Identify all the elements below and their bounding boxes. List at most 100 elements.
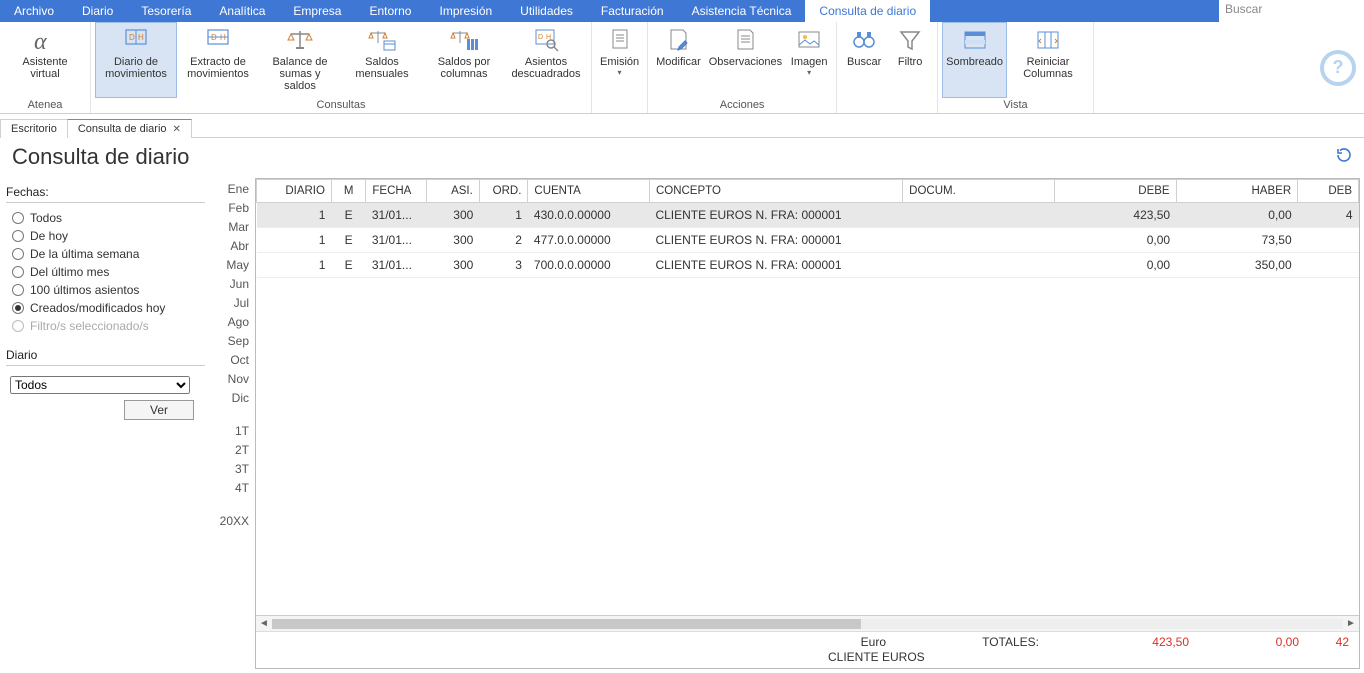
menu-item-entorno[interactable]: Entorno <box>355 0 425 22</box>
month-ago[interactable]: Ago <box>228 315 249 329</box>
table-row[interactable]: 1E31/01...3001430.0.0.00000CLIENTE EUROS… <box>257 203 1359 228</box>
doc-tab-escritorio[interactable]: Escritorio <box>0 119 68 138</box>
col-header-haber[interactable]: HABER <box>1176 180 1298 203</box>
chevron-down-icon: ▾ <box>618 68 622 77</box>
cell-debe2: 4 <box>1298 203 1359 228</box>
radio-creados-modificados-hoy[interactable]: Creados/modificados hoy <box>6 299 205 317</box>
ribbon-btn-reiniciar-columnas[interactable]: Reiniciar Columnas <box>1007 22 1089 98</box>
menu-item-asistencia-t-cnica[interactable]: Asistencia Técnica <box>678 0 806 22</box>
month-oct[interactable]: Oct <box>230 353 249 367</box>
client-label: CLIENTE EUROS <box>828 650 1359 664</box>
col-header-m[interactable]: M <box>331 180 365 203</box>
image-icon <box>793 26 825 54</box>
table-row[interactable]: 1E31/01...3002477.0.0.00000CLIENTE EUROS… <box>257 228 1359 253</box>
col-header-diario[interactable]: DIARIO <box>257 180 332 203</box>
radio-label: Filtro/s seleccionado/s <box>30 319 149 333</box>
month-sep[interactable]: Sep <box>228 334 249 348</box>
cell-debe: 0,00 <box>1055 228 1177 253</box>
month-4t[interactable]: 4T <box>235 481 249 495</box>
ribbon-btn-filtro[interactable]: Filtro <box>887 22 933 110</box>
scroll-left-arrow[interactable]: ◄ <box>256 618 272 629</box>
svg-text:α: α <box>34 29 47 53</box>
menu-item-utilidades[interactable]: Utilidades <box>506 0 587 22</box>
month-nov[interactable]: Nov <box>228 372 249 386</box>
refresh-icon[interactable] <box>1336 147 1352 168</box>
ribbon-btn-emision[interactable]: Emisión▾ <box>596 22 643 110</box>
col-header-cuenta[interactable]: CUENTA <box>528 180 650 203</box>
month-mar[interactable]: Mar <box>228 220 249 234</box>
col-header-ord[interactable]: ORD. <box>479 180 528 203</box>
col-header-debe2[interactable]: DEB <box>1298 180 1359 203</box>
ribbon-btn-label: Imagen <box>791 56 828 68</box>
month-1t[interactable]: 1T <box>235 424 249 438</box>
radio-de-la-ltima-semana[interactable]: De la última semana <box>6 245 205 263</box>
menu-item-facturaci-n[interactable]: Facturación <box>587 0 678 22</box>
totales-label: TOTALES: <box>982 635 1039 649</box>
ribbon-btn-asistente-virtual[interactable]: αAsistente virtual <box>4 22 86 98</box>
month-feb[interactable]: Feb <box>228 201 249 215</box>
scroll-right-arrow[interactable]: ► <box>1343 618 1359 629</box>
radio-de-hoy[interactable]: De hoy <box>6 227 205 245</box>
ribbon-btn-label: Modificar <box>656 56 701 68</box>
ribbon-btn-imagen[interactable]: Imagen▾ <box>786 22 832 98</box>
cell-asi: 300 <box>427 253 480 278</box>
diario-select[interactable]: Todos <box>10 376 190 394</box>
menu-item-consulta-de-diario[interactable]: Consulta de diario <box>805 0 930 22</box>
month-2t[interactable]: 2T <box>235 443 249 457</box>
month-ene[interactable]: Ene <box>228 182 249 196</box>
ribbon-btn-buscar[interactable]: Buscar <box>841 22 887 110</box>
page-title-row: Consulta de diario <box>0 138 1364 178</box>
col-header-asi[interactable]: ASI. <box>427 180 480 203</box>
totals-row: Euro TOTALES: 423,50 0,00 42 <box>256 631 1359 649</box>
svg-text:H: H <box>138 33 144 42</box>
col-header-concepto[interactable]: CONCEPTO <box>649 180 902 203</box>
ribbon-group: ModificarObservacionesImagen▾Acciones <box>648 22 837 113</box>
ribbon-btn-saldos-columnas[interactable]: Saldos por columnas <box>423 22 505 98</box>
menu-item-impresi-n[interactable]: Impresión <box>425 0 506 22</box>
horizontal-scrollbar[interactable]: ◄ ► <box>256 615 1359 631</box>
ribbon-group: SombreadoReiniciar ColumnasVista <box>938 22 1094 113</box>
ribbon-btn-asientos-descuadrados[interactable]: DHAsientos descuadrados <box>505 22 587 98</box>
radio-100-ltimos-asientos[interactable]: 100 últimos asientos <box>6 281 205 299</box>
ribbon-group-label: Atenea <box>4 98 86 113</box>
cell-diario: 1 <box>257 228 332 253</box>
radio-icon <box>12 212 24 224</box>
cell-concepto: CLIENTE EUROS N. FRA: 000001 <box>649 253 902 278</box>
doc-text-icon <box>729 26 761 54</box>
month-20xx[interactable]: 20XX <box>220 514 249 528</box>
close-icon[interactable]: ✕ <box>173 124 181 135</box>
month-abr[interactable]: Abr <box>230 239 249 253</box>
radio-todos[interactable]: Todos <box>6 209 205 227</box>
ribbon-btn-diario-movimientos[interactable]: DHDiario de movimientos <box>95 22 177 98</box>
ribbon-btn-extracto-movimientos[interactable]: DHExtracto de movimientos <box>177 22 259 98</box>
cell-m: E <box>331 228 365 253</box>
ribbon-btn-modificar[interactable]: Modificar <box>652 22 705 98</box>
ribbon-btn-sombreado[interactable]: Sombreado <box>942 22 1007 98</box>
month-may[interactable]: May <box>226 258 249 272</box>
ver-button[interactable]: Ver <box>124 400 194 420</box>
table-row[interactable]: 1E31/01...3003700.0.0.00000CLIENTE EUROS… <box>257 253 1359 278</box>
month-jun[interactable]: Jun <box>230 277 249 291</box>
ribbon-btn-balance-sumas-saldos[interactable]: Balance de sumas y saldos <box>259 22 341 98</box>
cell-debe: 0,00 <box>1055 253 1177 278</box>
global-search-input[interactable]: Buscar <box>1219 0 1364 22</box>
month-3t[interactable]: 3T <box>235 462 249 476</box>
month-dic[interactable]: Dic <box>232 391 249 405</box>
doc-tab-consulta-de-diario[interactable]: Consulta de diario✕ <box>67 119 192 138</box>
svg-text:D: D <box>538 34 543 41</box>
help-icon[interactable]: ? <box>1320 50 1356 86</box>
col-header-fecha[interactable]: FECHA <box>366 180 427 203</box>
menu-item-diario[interactable]: Diario <box>68 0 127 22</box>
ribbon-btn-saldos-mensuales[interactable]: Saldos mensuales <box>341 22 423 98</box>
menu-item-tesorer-a[interactable]: Tesorería <box>127 0 205 22</box>
col-header-debe[interactable]: DEBE <box>1055 180 1177 203</box>
radio-del-ltimo-mes[interactable]: Del último mes <box>6 263 205 281</box>
menu-item-empresa[interactable]: Empresa <box>279 0 355 22</box>
data-grid[interactable]: DIARIOMFECHAASI.ORD.CUENTACONCEPTODOCUM.… <box>256 179 1359 615</box>
cell-haber: 350,00 <box>1176 253 1298 278</box>
menu-item-anal-tica[interactable]: Analítica <box>205 0 279 22</box>
menu-item-archivo[interactable]: Archivo <box>0 0 68 22</box>
col-header-docum[interactable]: DOCUM. <box>903 180 1055 203</box>
month-jul[interactable]: Jul <box>234 296 249 310</box>
ribbon-btn-observaciones[interactable]: Observaciones <box>705 22 786 98</box>
